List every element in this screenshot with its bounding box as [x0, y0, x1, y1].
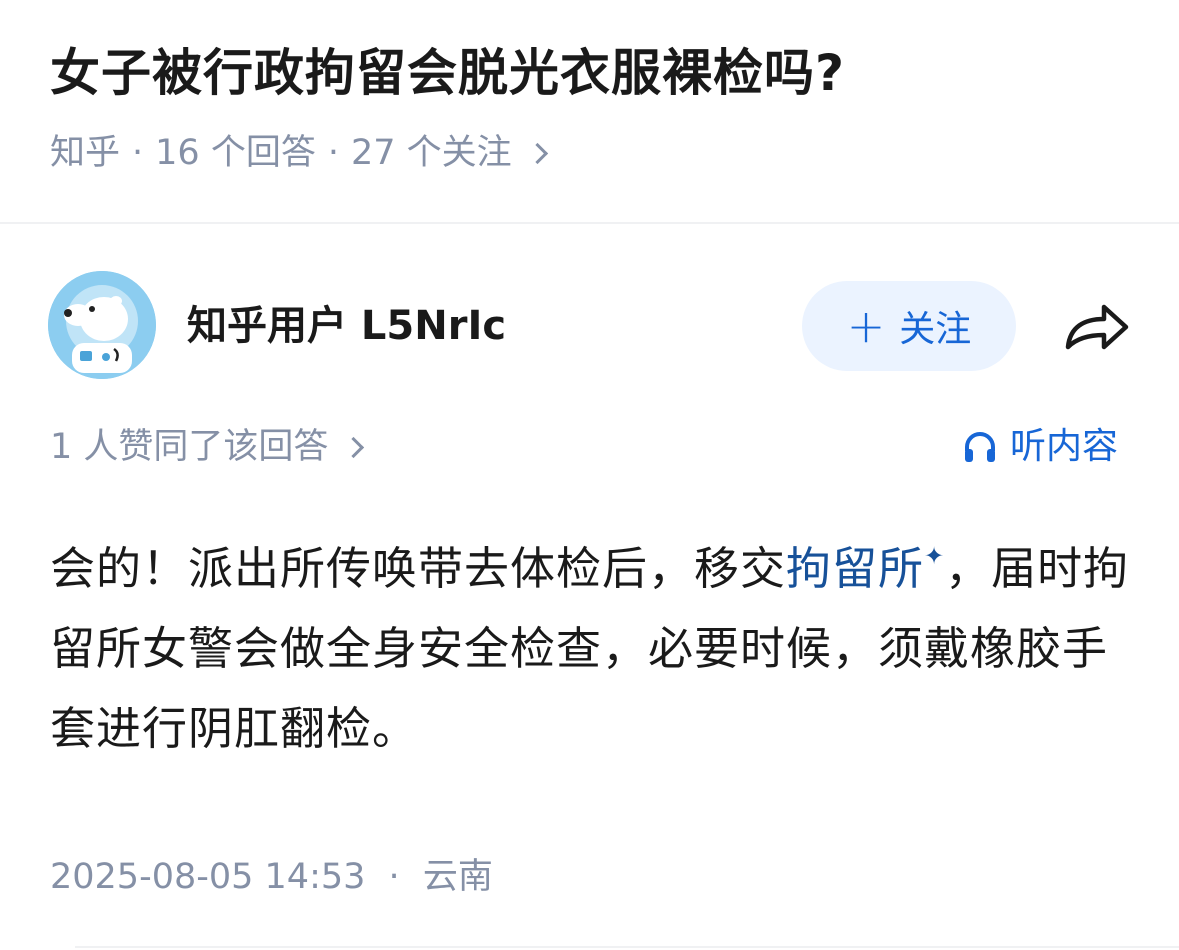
answer-meta: 2025-08-05 14:53 · 云南	[50, 852, 493, 902]
question-header: 女子被行政拘留会脱光衣服裸检吗? 知乎 · 16 个回答 · 27 个关注	[0, 0, 1179, 222]
follow-button-label: 关注	[899, 309, 972, 350]
answer-count: 16 个回答	[155, 133, 316, 173]
answer-text-before: 会的！派出所传唤带去体检后，移交	[50, 542, 787, 595]
chevron-right-icon	[343, 436, 365, 458]
meta-separator: ·	[132, 133, 144, 173]
question-meta[interactable]: 知乎 · 16 个回答 · 27 个关注	[50, 128, 548, 178]
meta-separator: ·	[388, 857, 400, 897]
answer-location: 云南	[422, 857, 493, 897]
upvote-summary-text: 1 人赞同了该回答	[50, 427, 329, 467]
answer-content: 会的！派出所传唤带去体检后，移交拘留所✦，届时拘留所女警会做全身安全检查，必要时…	[50, 516, 1140, 769]
share-arrow-icon	[1065, 304, 1129, 350]
answer-datetime: 2025-08-05 14:53	[50, 857, 366, 897]
source-label: 知乎	[50, 133, 121, 173]
keyword-link[interactable]: 拘留所✦	[786, 542, 945, 595]
share-button[interactable]	[1060, 297, 1132, 357]
meta-separator: ·	[327, 133, 339, 173]
listen-button[interactable]: 听内容	[962, 422, 1118, 472]
plus-icon: +	[846, 299, 886, 353]
sparkle-icon: ✦	[924, 542, 946, 570]
section-divider	[0, 222, 1179, 224]
follow-button[interactable]: + 关注	[802, 281, 1016, 371]
listen-label: 听内容	[1010, 426, 1119, 467]
headphones-icon	[965, 432, 995, 462]
follower-count: 27 个关注	[350, 133, 512, 173]
avatar[interactable]	[48, 271, 156, 379]
answer-paragraph: 会的！派出所传唤带去体检后，移交拘留所✦，届时拘留所女警会做全身安全检查，必要时…	[50, 516, 1140, 769]
upvote-summary[interactable]: 1 人赞同了该回答	[50, 422, 365, 472]
keyword-text: 拘留所	[786, 542, 925, 595]
chevron-right-icon	[526, 142, 548, 164]
bottom-divider	[75, 946, 1179, 948]
question-title[interactable]: 女子被行政拘留会脱光衣服裸检吗?	[50, 38, 845, 108]
polar-bear-astronaut-avatar-icon	[48, 271, 156, 379]
author-name[interactable]: 知乎用户 L5NrIc	[187, 300, 506, 352]
